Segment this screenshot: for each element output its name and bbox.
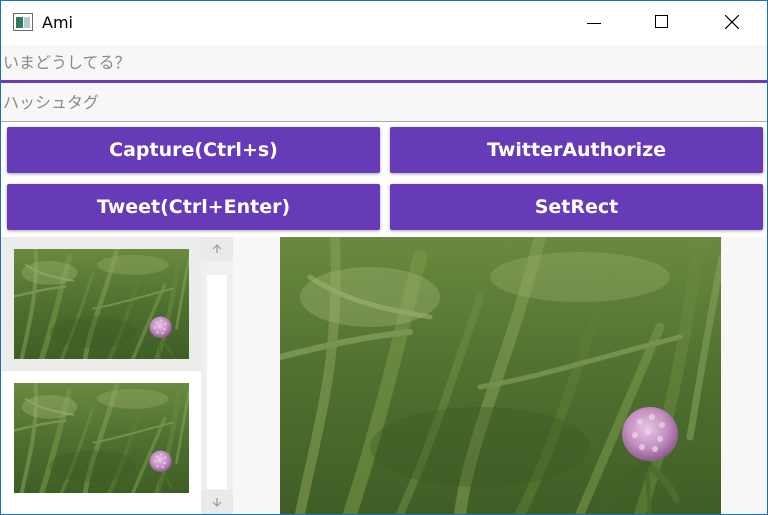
close-button[interactable] xyxy=(709,1,755,45)
preview-background xyxy=(233,237,280,514)
capture-button[interactable]: Capture(Ctrl+s) xyxy=(7,127,380,173)
close-icon xyxy=(725,15,739,29)
status-input[interactable] xyxy=(1,45,767,80)
capture-list-item[interactable] xyxy=(1,237,201,371)
twitter-authorize-button[interactable]: TwitterAuthorize xyxy=(390,127,763,173)
capture-thumbnail xyxy=(14,383,189,493)
set-rect-button[interactable]: SetRect xyxy=(390,184,763,230)
maximize-button[interactable] xyxy=(639,1,685,45)
scroll-down-button[interactable] xyxy=(201,490,233,514)
maximize-icon xyxy=(655,15,668,28)
title-bar[interactable]: Ami xyxy=(1,1,767,45)
scroll-thumb[interactable] xyxy=(207,275,227,489)
status-field xyxy=(1,45,767,83)
hashtag-field xyxy=(1,83,767,122)
tweet-button[interactable]: Tweet(Ctrl+Enter) xyxy=(7,184,380,230)
window-title: Ami xyxy=(42,13,73,32)
arrow-up-icon xyxy=(212,244,222,253)
preview-background xyxy=(721,237,767,514)
minimize-icon xyxy=(587,23,601,24)
list-scrollbar[interactable] xyxy=(201,237,233,514)
capture-list-item[interactable] xyxy=(1,371,201,505)
scroll-up-button[interactable] xyxy=(201,237,233,261)
app-icon xyxy=(13,13,33,31)
hashtag-input[interactable] xyxy=(1,83,767,121)
app-window: Ami Capture(Ctrl+s) TwitterAuthorize Twe… xyxy=(0,0,768,515)
minimize-button[interactable] xyxy=(571,1,617,45)
arrow-down-icon xyxy=(212,498,222,507)
capture-list[interactable] xyxy=(1,237,233,514)
preview-image xyxy=(280,237,722,514)
capture-thumbnail xyxy=(14,249,189,359)
